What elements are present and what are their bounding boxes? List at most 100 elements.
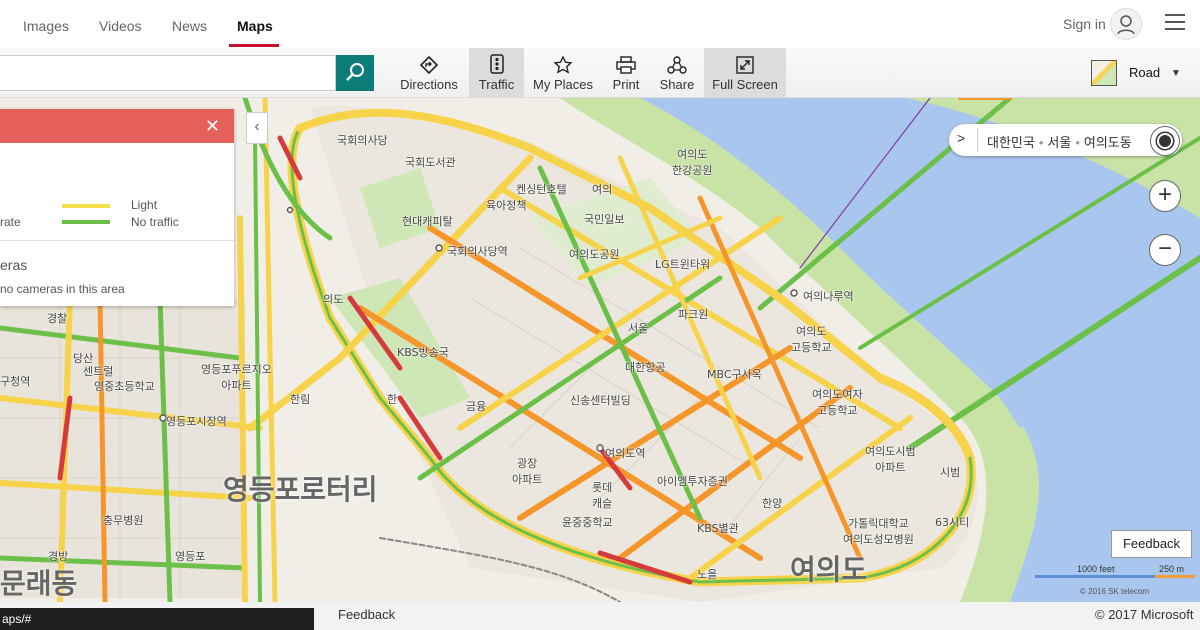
locate-me-button[interactable] <box>1150 126 1180 156</box>
user-icon <box>1117 15 1135 35</box>
search-input[interactable] <box>0 55 336 91</box>
map-type-thumbnail <box>1091 60 1117 86</box>
close-icon[interactable]: ✕ <box>205 117 220 135</box>
map-label: 롯데 캐슬 <box>592 481 613 510</box>
map-canvas[interactable]: 국회의사당 국회도서관 켄싱턴호텔 여의 여의도 한강공원 현대캐피탈 육아정책… <box>0 98 1200 602</box>
map-label: 영중초등학교 <box>94 380 155 393</box>
legend-swatch-light <box>62 204 110 208</box>
map-label: 센트럴 <box>83 365 114 378</box>
search-icon <box>346 63 364 81</box>
map-label: 여의도역 <box>605 447 646 460</box>
location-breadcrumb[interactable]: > 대한민국 • 서울 • 여의도동 <box>949 124 1182 156</box>
print-button[interactable]: Print <box>606 48 646 98</box>
map-label: 한양 <box>762 497 783 510</box>
map-label: 금융 <box>466 400 487 413</box>
star-icon <box>554 56 572 74</box>
print-icon <box>616 56 636 74</box>
map-label: 경방 <box>48 550 69 563</box>
map-label: 영등포 <box>175 550 206 563</box>
minus-icon: − <box>1157 235 1172 262</box>
map-type-label: Road <box>1129 65 1161 80</box>
tab-news[interactable]: News <box>172 18 207 34</box>
tab-maps[interactable]: Maps <box>237 18 273 34</box>
active-tab-indicator <box>229 44 279 47</box>
legend-label-moderate: rate <box>0 215 21 229</box>
chevron-down-icon: ▼ <box>1171 68 1181 79</box>
map-label: 켄싱턴호텔 <box>516 183 567 196</box>
map-district-label: 여의도 <box>790 553 868 586</box>
map-label: 충무병원 <box>103 514 144 527</box>
map-label: 가톨릭대학교 여의도성모병원 <box>843 517 914 546</box>
tab-images[interactable]: Images <box>23 18 69 34</box>
map-label: KBS방송국 <box>397 346 449 359</box>
cameras-title: eras <box>0 257 28 273</box>
map-label: 국민일보 <box>584 213 625 226</box>
scale-bar: 1000 feet 250 m <box>1035 564 1195 584</box>
zoom-out-button[interactable]: − <box>1149 234 1181 266</box>
breadcrumb-text: 대한민국 • 서울 • 여의도동 <box>987 135 1132 150</box>
full-screen-button[interactable]: Full Screen <box>704 48 786 98</box>
top-nav: Images Videos News Maps Sign in <box>0 0 1200 48</box>
map-label: LG트윈타워 <box>655 258 711 271</box>
map-label: 여의도 고등학교 <box>791 325 832 354</box>
map-toolbar: Directions Traffic My Places Print Share <box>0 48 1200 98</box>
map-label: 아이엠투자증권 <box>657 475 728 488</box>
map-attribution: © 2016 SK telecom <box>1080 587 1150 596</box>
share-button[interactable]: Share <box>656 48 698 98</box>
map-label: 국회의사당역 <box>447 245 508 258</box>
breadcrumb-country[interactable]: 대한민국 <box>987 135 1035 150</box>
plus-icon: + <box>1157 181 1172 208</box>
tab-videos[interactable]: Videos <box>99 18 142 34</box>
fullscreen-icon <box>736 56 754 74</box>
map-label: 노을 <box>697 568 718 581</box>
map-label: 여의도시범 아파트 <box>865 445 916 474</box>
footer-feedback-link[interactable]: Feedback <box>338 607 395 622</box>
menu-icon[interactable] <box>1165 14 1185 32</box>
map-type-selector[interactable]: Road ▼ <box>1091 60 1183 86</box>
legend-header: ✕ <box>0 109 234 143</box>
map-label: 신송센터빌딩 <box>570 394 631 407</box>
breadcrumb-district[interactable]: 여의도동 <box>1084 135 1132 150</box>
legend-label-no-traffic: No traffic <box>131 215 179 229</box>
my-places-button[interactable]: My Places <box>532 48 594 98</box>
avatar[interactable] <box>1110 8 1142 40</box>
map-label: 서울 <box>628 322 649 335</box>
map-label: 대한항공 <box>625 361 666 374</box>
footer-copyright: © 2017 Microsoft <box>1095 607 1194 622</box>
status-url: aps/# <box>0 608 314 630</box>
map-label: 여의나루역 <box>803 290 854 303</box>
traffic-legend-panel: ✕ Light rate No traffic eras no cameras … <box>0 109 234 306</box>
breadcrumb-city[interactable]: 서울 <box>1047 135 1071 150</box>
map-label: 의도 <box>323 293 344 306</box>
share-icon <box>667 56 687 74</box>
traffic-icon <box>489 54 504 74</box>
legend-swatch-no-traffic <box>62 220 110 224</box>
map-feedback-button[interactable]: Feedback <box>1111 530 1192 558</box>
chevron-left-icon: ‹ <box>254 118 260 135</box>
map-label: 육아정책 <box>486 199 527 212</box>
directions-button[interactable]: Directions <box>398 48 460 98</box>
map-label: 현대캐피탈 <box>402 215 453 228</box>
map-label: 한 <box>387 393 398 406</box>
collapse-panel-button[interactable]: ‹ <box>246 112 268 144</box>
map-label: 광장 아파트 <box>512 457 543 486</box>
map-district-label: 영등포로터리 <box>223 473 378 506</box>
map-label: 경찰 <box>47 312 68 325</box>
map-label: 여의도여자 고등학교 <box>812 388 863 417</box>
map-label: 윤중중학교 <box>562 516 613 529</box>
traffic-button[interactable]: Traffic <box>469 48 524 98</box>
search-button[interactable] <box>336 55 374 91</box>
directions-icon <box>420 56 438 74</box>
map-label: 한림 <box>290 393 311 406</box>
chevron-right-icon[interactable]: > <box>957 130 965 146</box>
map-district-label: 문래동 <box>0 567 78 600</box>
map-label: 여의 <box>592 183 613 196</box>
sign-in-link[interactable]: Sign in <box>1063 16 1106 32</box>
zoom-in-button[interactable]: + <box>1149 180 1181 212</box>
cameras-text: no cameras in this area <box>0 282 125 296</box>
divider <box>977 128 978 152</box>
map-label: 국회의사당 <box>337 134 388 147</box>
map-label: 영등포시장역 <box>166 415 227 428</box>
map-label: 여의도 한강공원 <box>672 148 713 177</box>
legend-label-light: Light <box>131 198 158 212</box>
